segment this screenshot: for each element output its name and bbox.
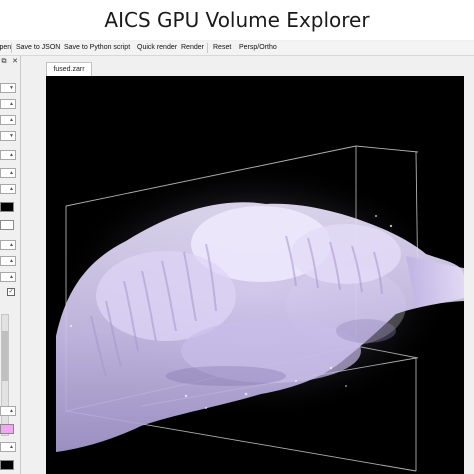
- spinbox-control[interactable]: ▲: [0, 256, 16, 266]
- menu-save-python[interactable]: Save to Python script: [64, 41, 130, 55]
- menu-separator: [207, 43, 208, 53]
- color-swatch-2[interactable]: [0, 220, 14, 230]
- menu-quick-render[interactable]: Quick render: [137, 41, 177, 55]
- appearance-dock-panel: ⧉ ✕ ▼ ▲ ▲ ▼ ▲ ▲ ▲ ▲ ▲ ▲ ✓ ▲ ▲: [0, 56, 21, 474]
- float-icon[interactable]: ⧉: [0, 58, 8, 66]
- menu-save-json[interactable]: Save to JSON: [16, 41, 60, 55]
- menu-open[interactable]: Open: [0, 41, 11, 55]
- menu-persp-ortho[interactable]: Persp/Ortho: [239, 41, 277, 55]
- menu-reset[interactable]: Reset: [213, 41, 231, 55]
- color-swatch-1[interactable]: [0, 202, 14, 212]
- tab-fused-zarr[interactable]: fused.zarr: [46, 62, 92, 76]
- menubar: Open Save to JSON Save to Python script …: [0, 41, 474, 56]
- spinbox-control[interactable]: ▲: [0, 184, 16, 194]
- spinbox-control[interactable]: ▲: [0, 168, 16, 178]
- volume-render: [56, 145, 464, 472]
- spinbox-control[interactable]: ▲: [0, 272, 16, 282]
- window-title: AICS GPU Volume Explorer: [104, 8, 370, 32]
- dropdown-control[interactable]: ▼: [0, 83, 16, 93]
- panel-scrollbar[interactable]: [1, 314, 9, 436]
- spinbox-control[interactable]: ▲: [0, 442, 16, 452]
- spinbox-control[interactable]: ▲: [0, 115, 16, 125]
- spinbox-control[interactable]: ▲: [0, 99, 16, 109]
- close-icon[interactable]: ✕: [11, 58, 19, 66]
- checkbox[interactable]: ✓: [7, 288, 15, 296]
- menu-separator: [11, 43, 12, 53]
- spinbox-control[interactable]: ▲: [0, 406, 16, 416]
- volume-render-viewport[interactable]: [46, 76, 464, 474]
- dropdown-control[interactable]: ▼: [0, 131, 16, 141]
- spinbox-control[interactable]: ▲: [0, 150, 16, 160]
- app-window: Open Save to JSON Save to Python script …: [0, 40, 474, 474]
- menu-render[interactable]: Render: [181, 41, 204, 55]
- spinbox-control[interactable]: ▲: [0, 240, 16, 250]
- color-swatch-3[interactable]: [0, 424, 14, 434]
- scrollbar-thumb[interactable]: [2, 331, 8, 381]
- color-swatch-4[interactable]: [0, 460, 14, 470]
